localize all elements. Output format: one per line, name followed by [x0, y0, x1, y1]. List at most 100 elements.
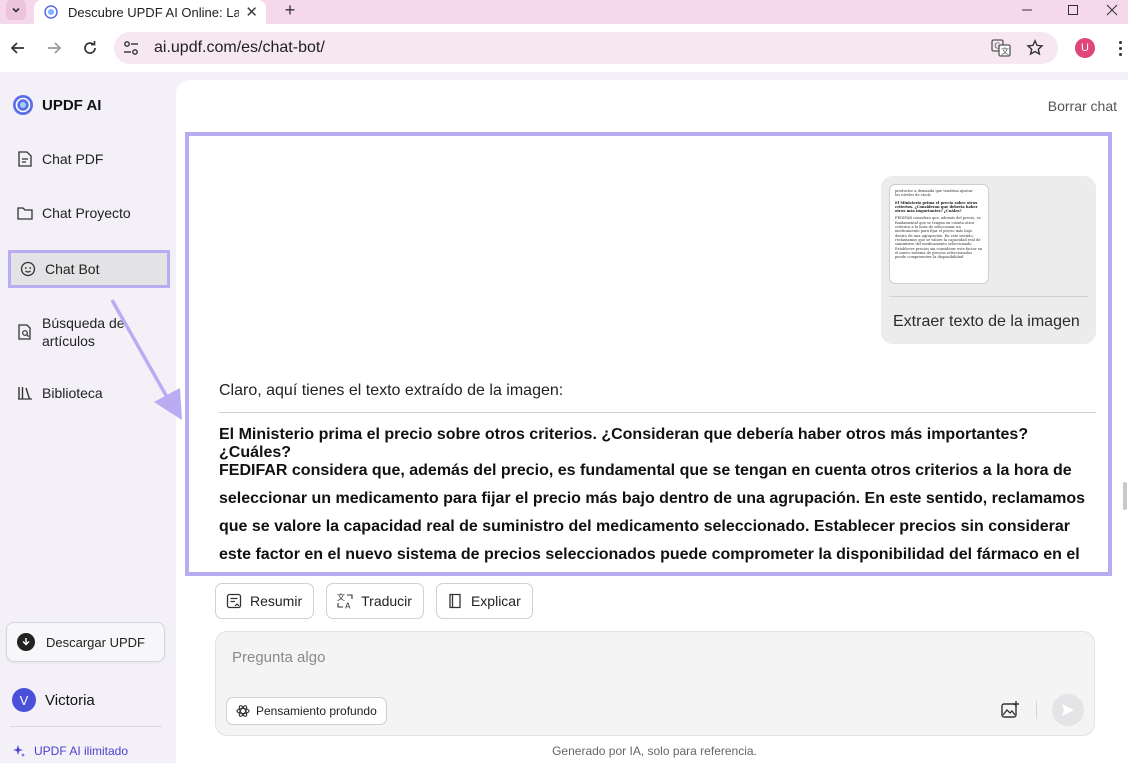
explain-button[interactable]: Explicar [435, 583, 533, 619]
sparkle-icon [13, 745, 25, 757]
unlimited-label: UPDF AI ilimitado [34, 744, 129, 758]
browser-menu-icon[interactable] [1114, 36, 1126, 60]
sidebar-item-biblioteca[interactable]: Biblioteca [8, 384, 168, 402]
chat-pdf-icon [18, 151, 32, 167]
send-button[interactable] [1052, 694, 1084, 726]
book-icon [449, 593, 461, 609]
label-line-2: artículos [42, 333, 95, 349]
thumbnail-text: El Ministerio prima el precio sobre otro… [895, 201, 983, 214]
svg-text:文: 文 [1001, 46, 1009, 56]
close-icon [1106, 4, 1118, 16]
scrollbar-thumb[interactable] [1123, 482, 1127, 510]
maximize-button[interactable] [1050, 0, 1096, 20]
bot-icon [20, 261, 36, 277]
explain-label: Explicar [470, 593, 521, 609]
message-input[interactable] [232, 649, 1072, 666]
sidebar-item-label: Chat PDF [42, 151, 104, 167]
updf-favicon-icon [44, 5, 58, 19]
translate-button[interactable]: 文A Traducir [326, 583, 424, 619]
thumb-line-2: El Ministerio prima el precio sobre otro… [895, 200, 978, 214]
sidebar-item-label: Chat Proyecto [42, 205, 131, 221]
summarize-label: Resumir [250, 593, 303, 609]
deep-think-toggle[interactable]: Pensamiento profundo [226, 697, 387, 725]
thumb-line-1: los niveles de stock. [895, 193, 932, 198]
thumbnail-text: FEDIFAR considera que, además del precio… [895, 216, 983, 260]
arrow-right-icon [48, 42, 62, 54]
library-icon [18, 387, 32, 400]
atom-icon [236, 705, 250, 717]
user-profile[interactable]: V Victoria [12, 688, 95, 712]
assistant-intro: Claro, aquí tienes el texto extraído de … [219, 382, 564, 399]
address-bar[interactable]: ai.updf.com/es/chat-bot/ G文 [114, 32, 1058, 64]
thumbnail-text: productor a demanda que tendrían ajustar… [895, 189, 983, 198]
reply-divider [219, 412, 1096, 413]
translate-icon: G文 [991, 39, 1011, 57]
tab-close-icon[interactable]: ✕ [245, 5, 258, 20]
folder-icon [17, 207, 33, 220]
sidebar-item-label: Búsqueda de artículos [42, 314, 125, 350]
browser-toolbar: ai.updf.com/es/chat-bot/ G文 U [0, 24, 1128, 72]
sidebar-item-label: Chat Bot [45, 261, 100, 277]
image-add-icon [1001, 701, 1019, 718]
url-text: ai.updf.com/es/chat-bot/ [154, 39, 325, 56]
deep-think-label: Pensamiento profundo [256, 704, 377, 718]
search-document-icon [18, 324, 31, 340]
tab-title: Descubre UPDF AI Online: La [68, 4, 240, 20]
svg-text:文: 文 [337, 592, 345, 602]
chevron-down-icon [12, 7, 20, 13]
assistant-body: FEDIFAR considera que, además del precio… [219, 462, 1086, 563]
reload-button[interactable] [78, 36, 102, 60]
download-icon [17, 633, 35, 651]
bubble-divider [889, 296, 1088, 297]
ai-disclaimer: Generado por IA, solo para referencia. [552, 744, 757, 758]
sidebar-item-label: Biblioteca [42, 385, 103, 401]
new-tab-button[interactable]: + [280, 0, 300, 20]
brand-name: UPDF AI [42, 96, 102, 114]
browser-tab-bar: Descubre UPDF AI Online: La ✕ + [0, 0, 1128, 24]
attached-image-thumbnail[interactable]: productor a demanda que tendrían ajustar… [889, 184, 989, 284]
translate-page-button[interactable]: G文 [991, 38, 1011, 58]
send-icon [1062, 704, 1074, 716]
star-icon [1026, 39, 1044, 56]
summarize-icon [226, 593, 242, 609]
download-label: Descargar UPDF [46, 634, 145, 650]
label-line-1: Búsqueda de [42, 315, 125, 331]
sidebar-item-busqueda-articulos[interactable]: Búsqueda de artículos [8, 314, 168, 350]
maximize-icon [1068, 5, 1078, 15]
clear-chat-button[interactable]: Borrar chat [1048, 98, 1117, 114]
download-updf-button[interactable]: Descargar UPDF [6, 622, 165, 662]
brand[interactable]: UPDF AI [12, 94, 101, 116]
sidebar: UPDF AI Chat PDF Chat Proyecto Chat Bot … [0, 72, 176, 763]
bookmark-button[interactable] [1025, 38, 1045, 58]
back-button[interactable] [6, 36, 30, 60]
reload-icon [84, 41, 96, 54]
profile-avatar[interactable]: U [1075, 38, 1095, 58]
unlimited-upgrade-link[interactable]: UPDF AI ilimitado [12, 744, 128, 758]
sidebar-item-chat-proyecto[interactable]: Chat Proyecto [8, 204, 168, 222]
user-message-text: Extraer texto de la imagen [893, 313, 1080, 330]
sidebar-divider [10, 726, 162, 727]
tab-search-button[interactable] [6, 0, 26, 20]
minimize-button[interactable] [1004, 0, 1050, 20]
translate-label: Traducir [361, 593, 412, 609]
browser-tab[interactable]: Descubre UPDF AI Online: La ✕ [34, 0, 266, 24]
avatar: V [12, 688, 36, 712]
forward-button[interactable] [42, 36, 66, 60]
arrow-left-icon [10, 42, 24, 54]
sidebar-item-chat-pdf[interactable]: Chat PDF [8, 150, 168, 168]
user-message-bubble: productor a demanda que tendrían ajustar… [881, 176, 1096, 344]
message-composer: Pensamiento profundo [215, 631, 1095, 736]
updf-logo-icon [13, 95, 33, 115]
image-upload-button[interactable] [999, 699, 1021, 721]
svg-text:A: A [345, 602, 351, 611]
translate-icon: 文A [337, 592, 353, 611]
user-name: Victoria [45, 691, 95, 709]
site-info-icon[interactable] [122, 39, 140, 57]
chat-panel: Borrar chat productor a demanda que tend… [176, 80, 1128, 763]
summarize-button[interactable]: Resumir [215, 583, 315, 619]
close-window-button[interactable] [1096, 0, 1128, 20]
sidebar-item-chat-bot[interactable]: Chat Bot [8, 250, 170, 288]
chat-messages[interactable]: productor a demanda que tendrían ajustar… [185, 132, 1112, 576]
minimize-icon [1022, 9, 1032, 11]
composer-divider [1036, 701, 1037, 719]
